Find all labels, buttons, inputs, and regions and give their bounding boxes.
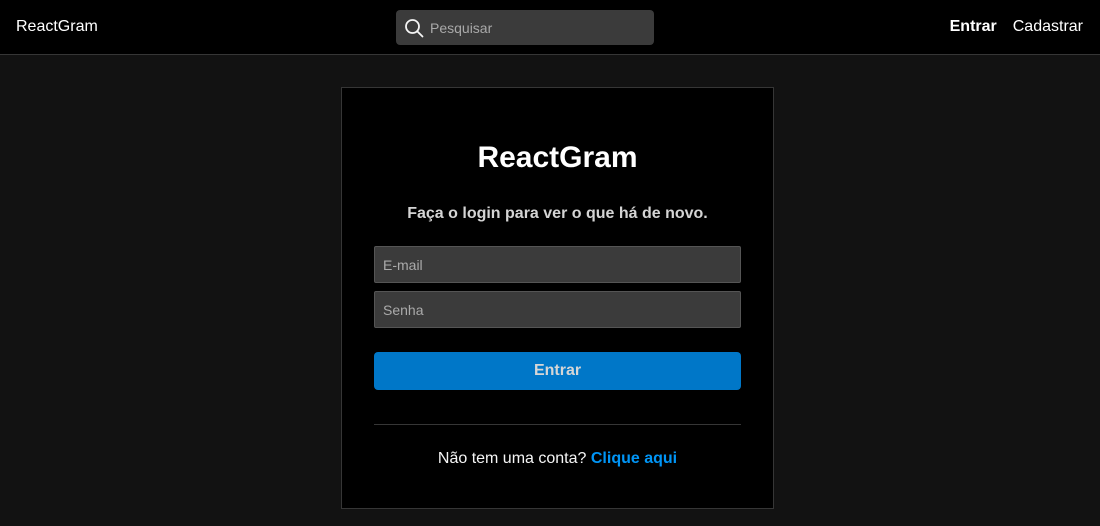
login-card: ReactGram Faça o login para ver o que há… bbox=[341, 87, 774, 509]
search-bar[interactable] bbox=[396, 10, 654, 45]
login-subtitle: Faça o login para ver o que há de novo. bbox=[407, 205, 708, 222]
search-icon bbox=[405, 19, 424, 38]
email-field[interactable] bbox=[374, 246, 741, 283]
navbar: ReactGram Entrar Cadastrar bbox=[0, 0, 1100, 55]
nav-link-cadastrar[interactable]: Cadastrar bbox=[1013, 18, 1083, 36]
signup-link[interactable]: Clique aqui bbox=[591, 450, 677, 467]
nav-links: Entrar Cadastrar bbox=[950, 18, 1083, 36]
nav-link-entrar[interactable]: Entrar bbox=[950, 18, 997, 36]
password-field[interactable] bbox=[374, 291, 741, 328]
login-submit-button[interactable]: Entrar bbox=[374, 352, 741, 390]
signup-prompt: Não tem uma conta? Clique aqui bbox=[342, 450, 773, 468]
search-input[interactable] bbox=[430, 10, 648, 45]
brand-logo-link[interactable]: ReactGram bbox=[16, 18, 98, 36]
divider bbox=[374, 424, 741, 425]
signup-prompt-text: Não tem uma conta? bbox=[437, 450, 587, 467]
login-title: ReactGram bbox=[477, 141, 638, 174]
